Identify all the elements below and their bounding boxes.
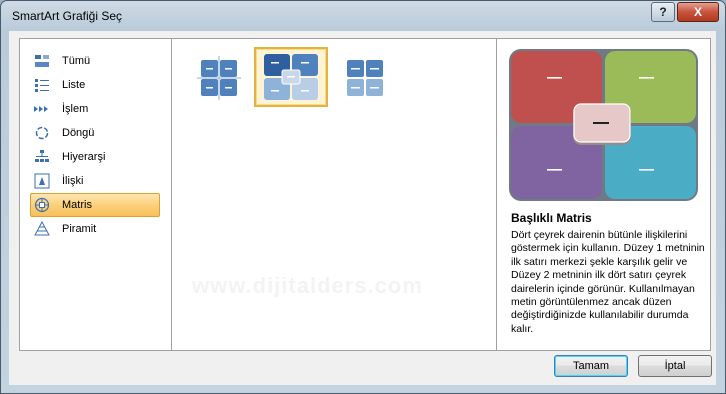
- help-button[interactable]: ?: [651, 2, 675, 22]
- category-list: Tümü Liste İşlem Döngü Hiyerarşi İlişki …: [20, 39, 172, 350]
- category-label: Piramit: [62, 223, 97, 235]
- category-item-hierarchy[interactable]: Hiyerarşi: [30, 145, 160, 169]
- category-label: Matris: [62, 199, 92, 211]
- dialog-window: SmartArt Grafiği Seç ? X Tümü Liste İşle…: [0, 0, 726, 394]
- relationship-icon: [34, 173, 50, 189]
- list-icon: [34, 77, 50, 93]
- layout-gallery: www.dijitalders.com: [172, 39, 497, 350]
- dialog-body: Tümü Liste İşlem Döngü Hiyerarşi İlişki …: [9, 31, 716, 385]
- title-bar[interactable]: SmartArt Grafiği Seç ? X: [1, 1, 725, 31]
- cancel-button[interactable]: İptal: [638, 355, 712, 377]
- preview-image: [509, 49, 698, 201]
- category-item-pyramid[interactable]: Piramit: [30, 217, 160, 241]
- panes-frame: Tümü Liste İşlem Döngü Hiyerarşi İlişki …: [19, 38, 711, 351]
- watermark: www.dijitalders.com: [192, 273, 423, 298]
- matrix-icon: [34, 197, 50, 213]
- category-label: Döngü: [62, 127, 95, 139]
- gallery-item-matrix-3[interactable]: [329, 49, 401, 107]
- category-label: İlişki: [62, 175, 84, 187]
- category-item-process[interactable]: İşlem: [30, 97, 160, 121]
- category-item-matrix[interactable]: Matris: [30, 193, 160, 217]
- category-label: Liste: [62, 79, 86, 91]
- category-label: İşlem: [62, 103, 89, 115]
- category-item-list[interactable]: Liste: [30, 73, 160, 97]
- ok-button[interactable]: Tamam: [554, 355, 628, 377]
- preview-description: Dört çeyrek dairenin bütünle ilişkilerin…: [511, 229, 705, 335]
- category-item-relationship[interactable]: İlişki: [30, 169, 160, 193]
- category-item-all[interactable]: Tümü: [30, 49, 160, 73]
- preview-title: Başlıklı Matris: [511, 211, 592, 225]
- hierarchy-icon: [34, 149, 50, 165]
- matrix-thumbnail-icon: [347, 60, 383, 96]
- pyramid-icon: [34, 221, 50, 237]
- matrix-thumbnail-icon: [264, 54, 318, 100]
- category-item-cycle[interactable]: Döngü: [30, 121, 160, 145]
- all-icon: [34, 53, 50, 69]
- category-label: Hiyerarşi: [62, 151, 106, 163]
- cycle-icon: [34, 125, 50, 141]
- preview-pane: Başlıklı Matris Dört çeyrek dairenin büt…: [497, 39, 710, 350]
- category-label: Tümü: [62, 55, 91, 67]
- gallery-item-matrix-1[interactable]: [183, 49, 255, 107]
- gallery-item-matrix-2[interactable]: [254, 47, 328, 107]
- process-icon: [34, 101, 50, 117]
- window-title: SmartArt Grafiği Seç: [12, 9, 123, 23]
- matrix-thumbnail-icon: [197, 56, 241, 100]
- close-button[interactable]: X: [677, 2, 719, 22]
